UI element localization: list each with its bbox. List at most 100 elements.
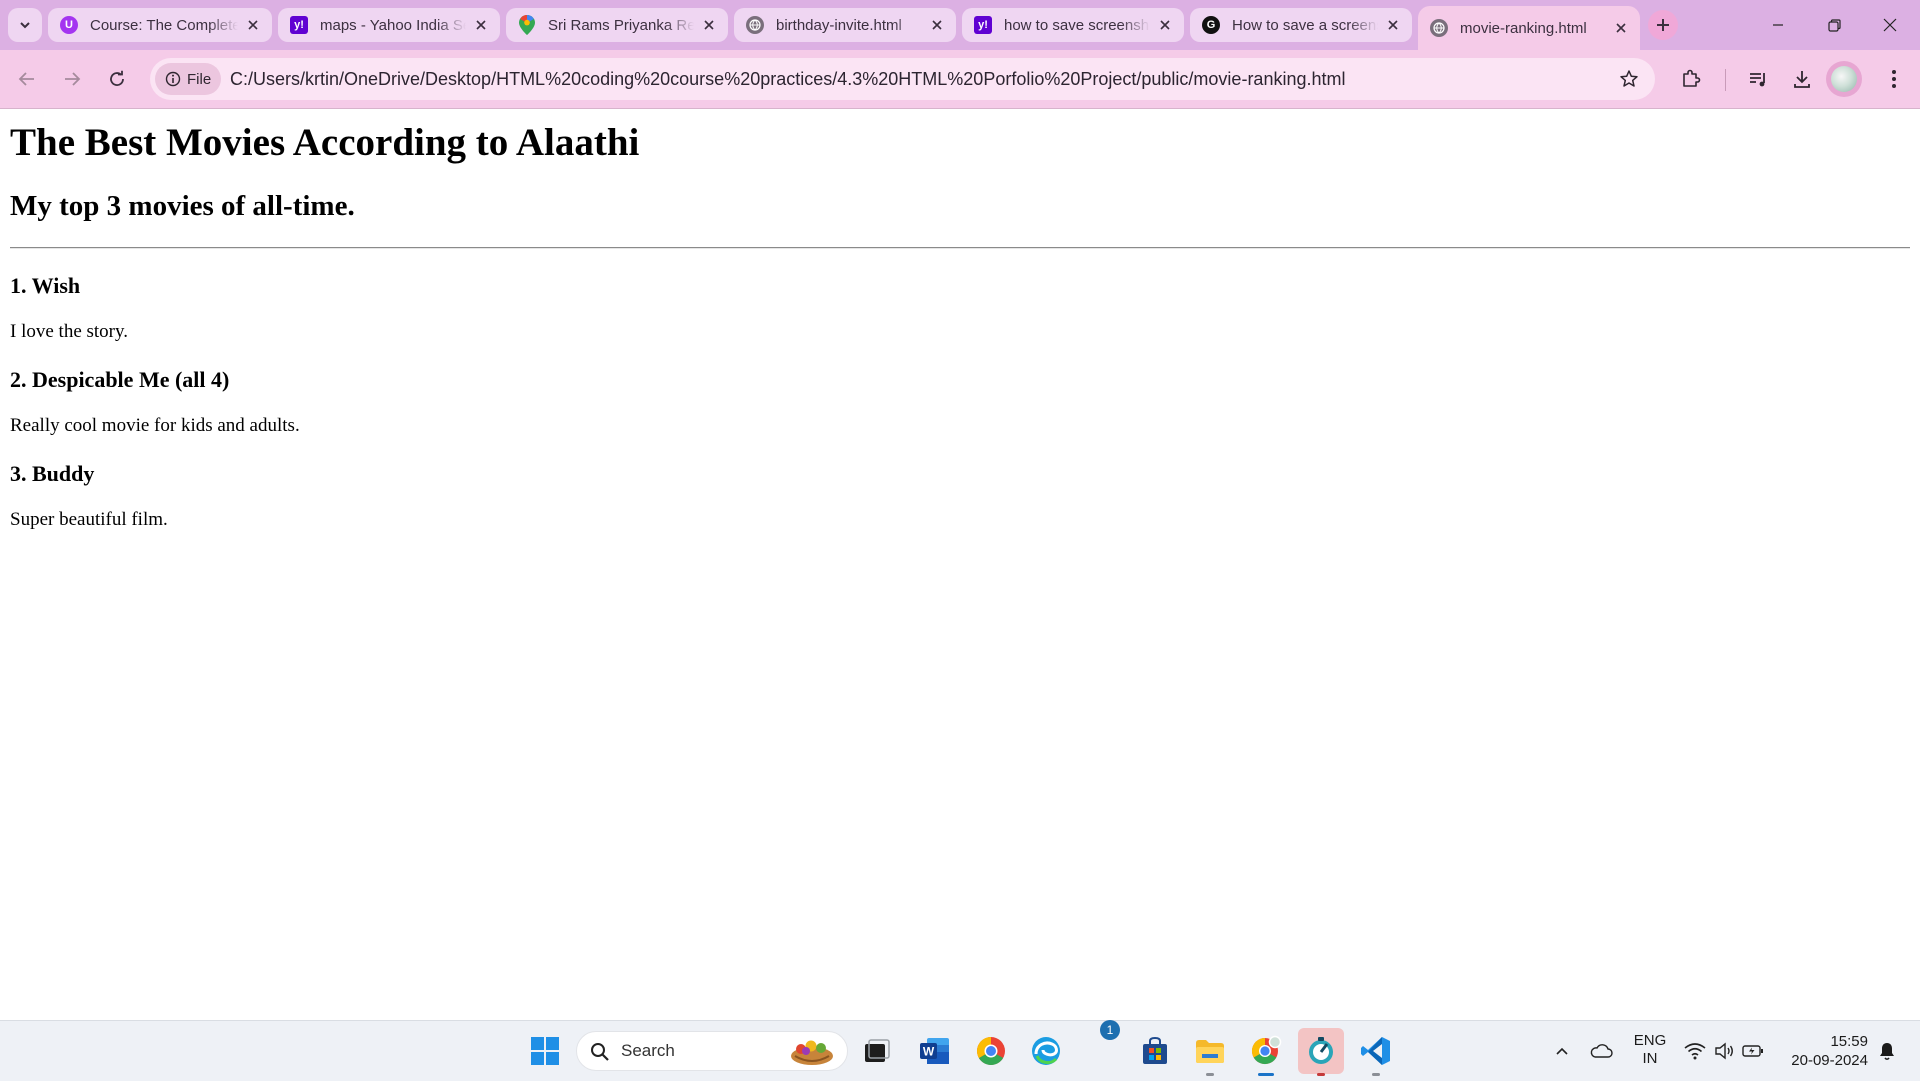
site-info-chip[interactable]: File — [155, 63, 222, 95]
snipping-tool-app[interactable] — [1298, 1028, 1344, 1074]
tab-title: How to save a screenshot — [1232, 16, 1378, 34]
close-icon[interactable] — [1384, 16, 1402, 34]
more-vertical-icon — [1892, 70, 1896, 88]
snipping-tool-icon — [1309, 1037, 1333, 1064]
media-controls-button[interactable] — [1744, 65, 1772, 93]
url-text[interactable]: C:/Users/krtin/OneDrive/Desktop/HTML%20c… — [230, 58, 1345, 100]
movie-heading-2: 2. Despicable Me (all 4) — [10, 367, 230, 392]
task-view-button[interactable] — [857, 1031, 897, 1071]
google-maps-icon — [518, 15, 536, 35]
tab-movie-ranking[interactable]: movie-ranking.html — [1418, 6, 1640, 50]
network-volume-battery-button[interactable] — [1684, 1021, 1764, 1081]
download-icon — [1794, 71, 1810, 88]
movie-heading-1: 1. Wish — [10, 273, 81, 298]
reload-button[interactable] — [99, 61, 135, 97]
close-icon[interactable] — [1612, 19, 1630, 37]
show-hidden-icons-button[interactable] — [1550, 1021, 1574, 1081]
bell-icon — [1880, 1043, 1894, 1061]
file-explorer-app[interactable] — [1190, 1031, 1230, 1071]
svg-text:W: W — [923, 1045, 935, 1059]
profile-avatar[interactable] — [1826, 61, 1862, 97]
page-subtitle: My top 3 movies of all-time. — [10, 190, 355, 222]
tab-title: Course: The Complete Web Development Boo… — [90, 16, 238, 34]
chrome-icon — [1251, 1035, 1282, 1065]
restore-button[interactable] — [1806, 0, 1862, 50]
tab-yahoo-maps[interactable]: y! maps - Yahoo India Search Results — [278, 8, 500, 42]
chevron-up-icon — [1556, 1047, 1568, 1055]
info-icon — [165, 71, 181, 87]
volume-icon — [1715, 1042, 1733, 1060]
tab-search-button[interactable] — [8, 8, 42, 42]
folder-icon — [1196, 1040, 1224, 1063]
close-icon[interactable] — [928, 16, 946, 34]
yahoo-icon: y! — [974, 16, 992, 34]
globe-icon — [1430, 19, 1448, 37]
clock[interactable]: 15:59 20-09-2024 — [1776, 1032, 1868, 1070]
address-bar[interactable]: File C:/Users/krtin/OneDrive/Desktop/HTM… — [150, 58, 1655, 100]
puzzle-icon — [1683, 69, 1701, 87]
arrow-right-icon — [65, 72, 81, 86]
search-icon — [591, 1043, 609, 1061]
notification-badge: 1 — [1100, 1020, 1120, 1040]
microsoft-store-app[interactable] — [1135, 1031, 1175, 1071]
taskbar: Search W 1 ENG IN 15:59 20-09-2024 — [0, 1020, 1920, 1081]
minimize-button[interactable] — [1750, 0, 1806, 50]
close-icon[interactable] — [1156, 16, 1174, 34]
running-indicator — [1372, 1073, 1380, 1076]
yahoo-icon: y! — [290, 16, 308, 34]
star-icon — [1620, 70, 1638, 87]
tab-save-screenshots[interactable]: y! how to save screenshots — [962, 8, 1184, 42]
arrow-left-icon — [18, 72, 34, 86]
globe-icon — [746, 16, 764, 34]
start-button[interactable] — [525, 1031, 565, 1071]
onedrive-button[interactable] — [1585, 1021, 1617, 1081]
tab-sri-rams[interactable]: Sri Rams Priyanka Residency — [506, 8, 728, 42]
bookmark-star-button[interactable] — [1617, 67, 1641, 91]
close-icon[interactable] — [244, 16, 262, 34]
notifications-button[interactable] — [1872, 1021, 1902, 1081]
restore-icon — [1827, 18, 1841, 32]
movie-comment-1: I love the story. — [10, 321, 129, 342]
tab-title: how to save screenshots — [1004, 16, 1150, 34]
movie-heading-3: 3. Buddy — [10, 461, 95, 486]
clock-time: 15:59 — [1830, 1033, 1868, 1050]
wifi-icon — [1684, 1043, 1706, 1060]
playlist-icon — [1750, 73, 1765, 87]
tab-strip: U Course: The Complete Web Development B… — [0, 0, 1920, 50]
close-icon[interactable] — [700, 16, 718, 34]
vscode-app[interactable] — [1356, 1031, 1396, 1071]
language-code: ENG — [1633, 1032, 1667, 1049]
tab-birthday-invite[interactable]: birthday-invite.html — [734, 8, 956, 42]
chrome-app[interactable] — [971, 1031, 1011, 1071]
new-tab-button[interactable] — [1648, 10, 1678, 40]
tab-udemy-course[interactable]: U Course: The Complete Web Development B… — [48, 8, 272, 42]
avatar-image — [1831, 66, 1857, 92]
downloads-button[interactable] — [1788, 65, 1816, 93]
forward-button[interactable] — [54, 61, 90, 97]
close-window-button[interactable] — [1862, 0, 1918, 50]
running-indicator — [1317, 1073, 1325, 1076]
word-icon: W — [920, 1038, 949, 1064]
movie-comment-2: Really cool movie for kids and adults. — [10, 415, 300, 436]
taskbar-search[interactable]: Search — [576, 1031, 848, 1071]
site-info-label: File — [187, 70, 212, 88]
chevron-down-icon — [20, 22, 30, 29]
page-content: The Best Movies According to Alaathi My … — [10, 108, 1910, 531]
browser-menu-button[interactable] — [1880, 65, 1908, 93]
udemy-icon: U — [60, 16, 78, 34]
edge-app[interactable] — [1026, 1031, 1066, 1071]
divider — [10, 247, 1910, 249]
tab-how-to-save-screenshot[interactable]: G How to save a screenshot — [1190, 8, 1412, 42]
tab-title: birthday-invite.html — [776, 16, 902, 34]
word-app[interactable]: W — [915, 1031, 955, 1071]
extensions-button[interactable] — [1677, 65, 1705, 93]
plus-icon — [1657, 19, 1669, 31]
close-icon[interactable] — [472, 16, 490, 34]
tab-title: Sri Rams Priyanka Residency — [548, 16, 694, 34]
chrome-profile-app[interactable] — [1246, 1031, 1286, 1071]
tab-title: maps - Yahoo India Search Results — [320, 16, 466, 34]
back-button[interactable] — [9, 61, 45, 97]
chrome-icon — [977, 1037, 1005, 1065]
tab-title: movie-ranking.html — [1460, 19, 1587, 37]
input-language-indicator[interactable]: ENG IN — [1628, 1032, 1672, 1068]
